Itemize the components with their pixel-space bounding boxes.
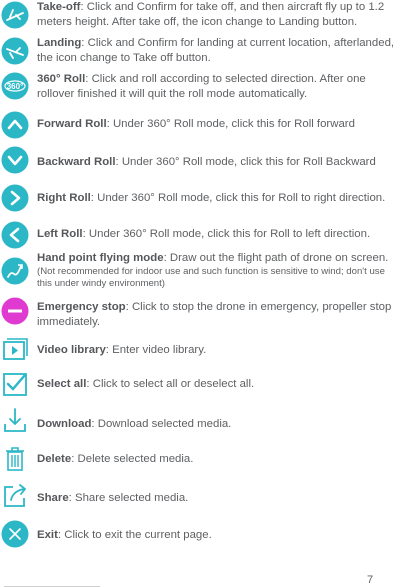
roll-360-icon: 360° [1, 72, 29, 100]
item-description: Left Roll: Under 360° Roll mode, click t… [37, 228, 371, 240]
forward-roll-icon [1, 111, 29, 139]
landing-icon [1, 37, 29, 65]
download-icon [1, 407, 29, 435]
item-note: (Not recommended for indoor use and such… [37, 266, 385, 289]
item-description: Share: Share selected media. [37, 492, 189, 504]
item-title: Select all [37, 378, 87, 390]
item-title: Hand point flying mode [37, 252, 164, 264]
item-title: Landing [37, 37, 82, 49]
item-description: Landing: Click and Confirm for landing a… [37, 37, 395, 64]
right-roll-icon [1, 184, 29, 212]
item-title: Backward Roll [37, 156, 116, 168]
item-title: 360° Roll [37, 73, 86, 85]
item-description: Download: Download selected media. [37, 418, 232, 430]
item-description: Hand point flying mode: Draw out the fli… [37, 251, 400, 290]
exit-icon [1, 520, 29, 548]
emergency-stop-icon [1, 297, 29, 325]
item-description: Exit: Click to exit the current page. [37, 529, 212, 541]
hand-point-flying-icon [1, 257, 29, 285]
item-description: Video library: Enter video library. [37, 344, 207, 356]
backward-roll-icon [1, 146, 29, 174]
item-description: 360° Roll: Click and roll according to s… [37, 73, 366, 100]
item-description: Right Roll: Under 360° Roll mode, click … [37, 192, 386, 204]
item-title: Share [37, 492, 69, 504]
item-description: Forward Roll: Under 360° Roll mode, clic… [37, 118, 355, 130]
takeoff-icon [1, 1, 29, 29]
item-title: Emergency stop [37, 301, 126, 313]
item-title: Right Roll [37, 192, 91, 204]
delete-icon [1, 445, 29, 473]
svg-text:360°: 360° [7, 82, 24, 91]
item-title: Download [37, 418, 92, 430]
share-icon [1, 481, 29, 509]
select-all-icon [1, 370, 29, 398]
item-title: Exit [37, 529, 58, 541]
left-roll-icon [1, 221, 29, 249]
item-description: Delete: Delete selected media. [37, 453, 194, 465]
item-title: Left Roll [37, 228, 83, 240]
item-title: Video library [37, 344, 106, 356]
item-description: Select all: Click to select all or desel… [37, 378, 255, 390]
item-title: Delete [37, 453, 72, 465]
video-library-icon [1, 336, 29, 364]
page-number: 7 [367, 574, 374, 586]
item-description: Emergency stop: Click to stop the drone … [37, 301, 392, 328]
item-description: Backward Roll: Under 360° Roll mode, cli… [37, 156, 376, 168]
item-title: Take-off [37, 1, 81, 13]
item-title: Forward Roll [37, 118, 107, 130]
item-description: Take-off: Click and Confirm for take off… [37, 1, 385, 28]
